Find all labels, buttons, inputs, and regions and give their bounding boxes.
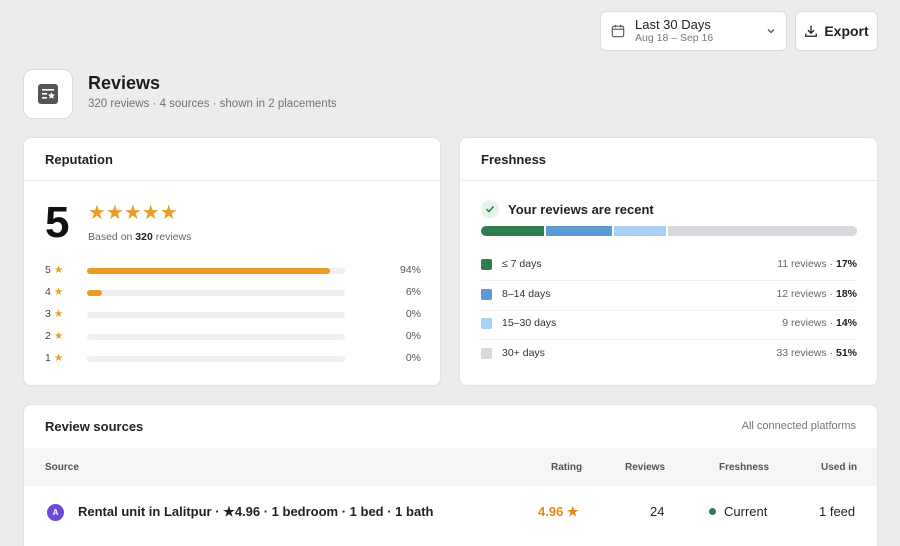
- reputation-stars: ★★★★★: [88, 202, 178, 224]
- freshness-status-text: Your reviews are recent: [508, 201, 654, 217]
- freshness-segment-bar: [481, 226, 857, 236]
- freshness-row-count: 11 reviews · 17%: [777, 258, 857, 270]
- reputation-card: Reputation 5 ★★★★★ Based on 320 reviews …: [23, 137, 441, 386]
- col-reviews[interactable]: Reviews: [625, 462, 665, 473]
- star-icon: ★: [53, 352, 64, 364]
- rating-bar-fill: [87, 268, 330, 274]
- source-rating: 4.96 ★: [538, 504, 579, 519]
- source-freshness: Current: [709, 504, 767, 519]
- rating-row-1: 1 ★ 0%: [45, 352, 421, 366]
- legend-swatch: [481, 318, 492, 329]
- freshness-row-label: 30+ days: [502, 346, 545, 359]
- rating-bar-track: [87, 312, 345, 318]
- col-used-in[interactable]: Used in: [821, 462, 857, 473]
- table-row[interactable]: A Rental unit in Lalitpur · ★4.96 · 1 be…: [24, 487, 877, 537]
- rating-row-3: 3 ★ 0%: [45, 308, 421, 322]
- rating-row-label: 4 ★: [45, 286, 64, 298]
- freshness-row-count: 33 reviews · 51%: [776, 346, 857, 359]
- legend-swatch: [481, 347, 492, 359]
- freshness-card: Freshness Your reviews are recent ≤ 7 da…: [459, 137, 878, 386]
- freshness-segment: [614, 226, 667, 236]
- rating-row-pct: 0%: [405, 352, 421, 364]
- source-reviews: 24: [650, 504, 665, 519]
- legend-swatch: [481, 288, 492, 300]
- review-list-icon: [38, 84, 58, 104]
- rating-row-pct: 0%: [405, 308, 421, 320]
- col-freshness[interactable]: Freshness: [719, 462, 769, 473]
- calendar-icon: [611, 24, 625, 38]
- freshness-row-label: 15–30 days: [502, 317, 557, 329]
- page-header: Reviews 320 reviews · 4 sources · shown …: [23, 69, 337, 119]
- source-freshness-text: Current: [724, 504, 768, 519]
- rating-bar-track: [87, 290, 345, 296]
- export-label: Export: [824, 23, 869, 39]
- based-prefix: Based on: [88, 231, 133, 243]
- page-title: Reviews: [88, 73, 161, 93]
- date-range-dates: Aug 18 – Sep 16: [635, 31, 714, 44]
- chevron-down-icon: [767, 29, 775, 34]
- rating-row-pct: 0%: [405, 330, 421, 342]
- legend-swatch: [481, 259, 492, 270]
- freshness-segment: [668, 226, 857, 236]
- freshness-row-count: 9 reviews · 14%: [782, 317, 857, 329]
- freshness-row: 30+ days 33 reviews · 51%: [481, 340, 857, 370]
- download-icon: [805, 25, 818, 37]
- page-subtitle: 320 reviews · 4 sources · shown in 2 pla…: [88, 98, 337, 110]
- rating-bar-track: [87, 268, 345, 274]
- freshness-row: ≤ 7 days 11 reviews · 17%: [481, 251, 857, 281]
- star-icon: ★: [53, 264, 64, 276]
- reputation-score: 5: [45, 198, 70, 247]
- rating-row-label: 2 ★: [45, 330, 64, 342]
- rating-row-pct: 6%: [405, 286, 421, 298]
- date-range-label: Last 30 Days: [635, 16, 711, 32]
- based-count: 320: [135, 231, 153, 243]
- source-used-in: 1 feed: [819, 504, 856, 519]
- freshness-row: 15–30 days 9 reviews · 14%: [481, 310, 857, 340]
- reputation-title: Reputation: [24, 138, 440, 181]
- freshness-segment: [545, 226, 613, 236]
- freshness-segment: [481, 226, 544, 236]
- source-name[interactable]: Rental unit in Lalitpur · ★4.96 · 1 bedr…: [78, 504, 433, 520]
- col-source[interactable]: Source: [45, 462, 79, 473]
- review-sources-hint: All connected platforms: [741, 420, 856, 432]
- check-icon: [481, 200, 499, 218]
- rating-bar-track: [87, 356, 345, 362]
- source-avatar: A: [47, 504, 64, 521]
- status-dot-icon: [709, 508, 716, 515]
- based-suffix: reviews: [155, 231, 192, 243]
- rating-bar-track: [87, 334, 345, 340]
- star-icon: ★: [53, 330, 64, 342]
- rating-row-label: 3 ★: [45, 308, 64, 320]
- rating-bar-fill: [87, 290, 103, 296]
- freshness-title: Freshness: [460, 138, 877, 181]
- freshness-row-label: ≤ 7 days: [502, 258, 542, 270]
- freshness-row-label: 8–14 days: [502, 287, 551, 300]
- date-range-picker[interactable]: Last 30 Days Aug 18 – Sep 16: [600, 11, 787, 51]
- freshness-row-count: 12 reviews · 18%: [776, 287, 857, 300]
- rating-row-pct: 94%: [399, 264, 421, 276]
- reviews-logo: [23, 69, 73, 119]
- star-icon: ★: [53, 286, 64, 298]
- rating-row-label: 1 ★: [45, 352, 64, 364]
- reputation-based-on: Based on 320 reviews: [88, 231, 191, 243]
- top-toolbar: Last 30 Days Aug 18 – Sep 16 Export: [600, 11, 878, 51]
- rating-row-label: 5 ★: [45, 264, 64, 276]
- rating-row-5: 5 ★ 94%: [45, 264, 421, 278]
- table-header: Source Rating Reviews Freshness Used in: [24, 448, 877, 486]
- col-rating[interactable]: Rating: [551, 462, 582, 473]
- rating-row-2: 2 ★ 0%: [45, 330, 421, 344]
- freshness-row: 8–14 days 12 reviews · 18%: [481, 281, 857, 311]
- rating-row-4: 4 ★ 6%: [45, 286, 421, 300]
- freshness-status: Your reviews are recent: [481, 200, 654, 218]
- star-icon: ★: [53, 308, 64, 320]
- review-sources-card: Review sources All connected platforms S…: [23, 404, 878, 546]
- export-button[interactable]: Export: [795, 11, 878, 51]
